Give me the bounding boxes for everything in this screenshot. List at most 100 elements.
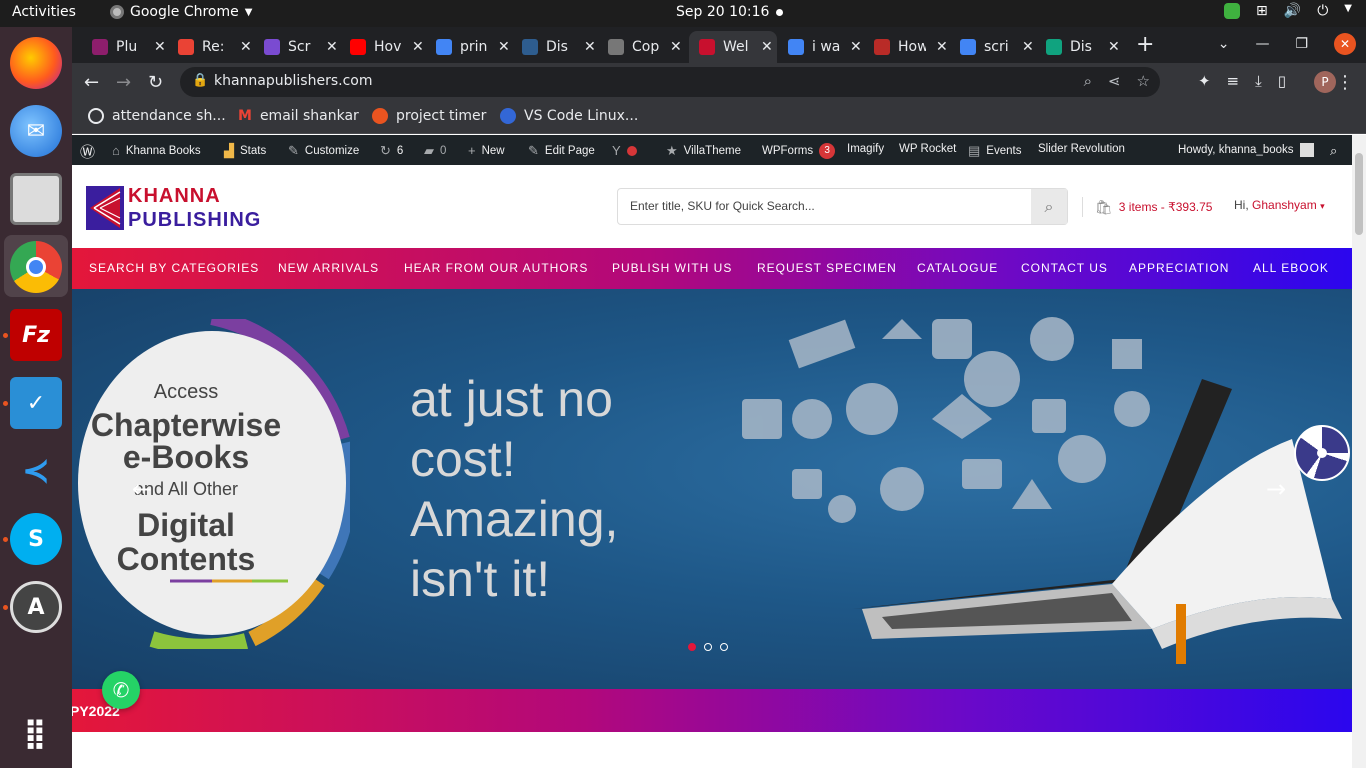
admin-customize-link[interactable]: ✎ Customize: [288, 143, 359, 159]
browser-tab[interactable]: prin ✕: [426, 31, 512, 63]
nav-item[interactable]: CONTACT US: [1021, 261, 1108, 275]
tab-close-icon[interactable]: ✕: [850, 39, 862, 55]
slider-next-arrow[interactable]: →: [1266, 475, 1286, 503]
app-menu[interactable]: Google Chrome ▼: [110, 4, 252, 20]
tab-close-icon[interactable]: ✕: [240, 39, 252, 55]
mini-cart[interactable]: 🛍 3 items - ₹393.75: [1082, 197, 1212, 217]
nav-item[interactable]: REQUEST SPECIMEN: [757, 261, 897, 275]
maximize-icon[interactable]: ❐: [1295, 36, 1308, 52]
browser-tab[interactable]: Wel ✕: [689, 31, 777, 63]
show-apps-icon[interactable]: ⣿: [10, 707, 62, 759]
firefox-icon[interactable]: [10, 37, 62, 89]
reload-icon[interactable]: ↻: [148, 72, 163, 93]
close-window-icon[interactable]: ✕: [1334, 33, 1356, 55]
thunderbird-icon[interactable]: ✉: [10, 105, 62, 157]
nav-item[interactable]: NEW ARRIVALS: [278, 261, 379, 275]
browser-tab[interactable]: Hov ✕: [340, 31, 426, 63]
volume-icon[interactable]: 🔊: [1284, 3, 1301, 19]
tab-close-icon[interactable]: ✕: [936, 39, 948, 55]
share-icon[interactable]: ⋖: [1108, 72, 1121, 90]
browser-tab[interactable]: i wa ✕: [778, 31, 864, 63]
admin-villatheme-link[interactable]: ★ VillaTheme: [666, 143, 741, 159]
bookmark-item[interactable]: attendance sh...: [88, 108, 226, 124]
scrollbar-thumb[interactable]: [1355, 153, 1363, 235]
tab-close-icon[interactable]: ✕: [498, 39, 510, 55]
browser-tab[interactable]: scri ✕: [950, 31, 1036, 63]
minimize-icon[interactable]: —: [1255, 36, 1269, 52]
search-button[interactable]: ⌕: [1031, 189, 1067, 224]
nav-item[interactable]: ALL EBOOK: [1253, 261, 1329, 275]
lock-icon[interactable]: 🔒: [192, 73, 208, 88]
network-icon[interactable]: ⊞: [1256, 3, 1268, 19]
back-icon[interactable]: ←: [84, 72, 99, 93]
menu-icon[interactable]: ⋮: [1336, 72, 1354, 93]
admin-events-link[interactable]: ▤ Events: [968, 143, 1021, 159]
search-input[interactable]: Enter title, SKU for Quick Search...: [630, 199, 815, 213]
task-checker-icon[interactable]: ✓: [10, 377, 62, 429]
reading-list-icon[interactable]: ≡: [1227, 72, 1240, 90]
nav-item[interactable]: SEARCH BY CATEGORIES: [89, 261, 259, 275]
clock[interactable]: Sep 20 10:16: [676, 4, 769, 20]
whatsapp-chat-icon[interactable]: ✆: [102, 671, 140, 709]
chevron-down-icon[interactable]: ▼: [1344, 3, 1352, 19]
tab-close-icon[interactable]: ✕: [326, 39, 338, 55]
new-tab-button[interactable]: +: [1136, 32, 1154, 57]
slide-dot[interactable]: [720, 643, 728, 651]
address-bar[interactable]: 🔒 khannapublishers.com ⌕ ⋖ ☆: [180, 67, 1160, 97]
admin-stats-link[interactable]: ▟ Stats: [224, 143, 266, 159]
admin-slider-link[interactable]: Slider Revolution: [1038, 143, 1125, 155]
files-icon[interactable]: [10, 173, 62, 225]
profile-avatar[interactable]: P: [1314, 71, 1336, 93]
slider-prev-arrow[interactable]: ←: [132, 475, 152, 503]
bookmark-item[interactable]: VS Code Linux...: [500, 108, 638, 124]
admin-edit-page-link[interactable]: ✎ Edit Page: [528, 143, 595, 159]
account-menu[interactable]: Hi, Ghanshyam ▾: [1234, 198, 1325, 212]
side-panel-icon[interactable]: ▯: [1278, 72, 1286, 90]
page-scrollbar[interactable]: [1352, 135, 1366, 768]
activities-button[interactable]: Activities: [12, 4, 76, 20]
tab-close-icon[interactable]: ✕: [584, 39, 596, 55]
site-logo[interactable]: KHANNA PUBLISHING: [86, 184, 261, 232]
bookmark-star-icon[interactable]: ☆: [1137, 72, 1150, 90]
browser-tab[interactable]: Dis ✕: [1036, 31, 1122, 63]
tab-search-icon[interactable]: ⌄: [1218, 36, 1230, 52]
extensions-icon[interactable]: ✦: [1198, 72, 1211, 90]
browser-tab[interactable]: Cop ✕: [598, 31, 684, 63]
tab-close-icon[interactable]: ✕: [412, 39, 424, 55]
admin-imagify-link[interactable]: Imagify: [847, 143, 884, 155]
tab-close-icon[interactable]: ✕: [761, 39, 773, 55]
nav-item[interactable]: CATALOGUE: [917, 261, 998, 275]
nav-item[interactable]: HEAR FROM OUR AUTHORS: [404, 261, 588, 275]
browser-tab[interactable]: Plu ✕: [82, 31, 168, 63]
admin-search-icon[interactable]: ⌕: [1330, 143, 1337, 159]
browser-tab[interactable]: How ✕: [864, 31, 950, 63]
system-tray[interactable]: ⊞ 🔊 ⏻ ▼: [1224, 3, 1352, 19]
tab-close-icon[interactable]: ✕: [1108, 39, 1120, 55]
zoom-icon[interactable]: ⌕: [1084, 72, 1092, 90]
admin-updates-link[interactable]: ↻ 6: [380, 143, 403, 159]
admin-account-link[interactable]: Howdy, khanna_books: [1178, 143, 1314, 157]
skype-icon[interactable]: S: [10, 513, 62, 565]
nav-item[interactable]: APPRECIATION: [1129, 261, 1229, 275]
forward-icon[interactable]: →: [116, 72, 131, 93]
filezilla-icon[interactable]: Fz: [10, 309, 62, 361]
admin-comments-link[interactable]: ▰ 0: [424, 143, 446, 159]
bookmark-item[interactable]: project timer: [372, 108, 486, 124]
url-text[interactable]: khannapublishers.com: [214, 73, 373, 89]
wordpress-icon[interactable]: Ⓦ: [80, 141, 95, 162]
admin-site-link[interactable]: ⌂ Khanna Books: [112, 143, 201, 158]
browser-tab[interactable]: Scr ✕: [254, 31, 340, 63]
vscode-icon[interactable]: ≺: [10, 445, 62, 497]
admin-seo-link[interactable]: Y: [612, 143, 637, 158]
software-updater-icon[interactable]: A: [10, 581, 62, 633]
slide-dot[interactable]: [688, 643, 696, 651]
admin-wprocket-link[interactable]: WP Rocket: [899, 143, 956, 155]
chrome-icon[interactable]: [10, 241, 62, 293]
download-icon[interactable]: ⤓: [1255, 72, 1262, 90]
tab-close-icon[interactable]: ✕: [1022, 39, 1034, 55]
tab-close-icon[interactable]: ✕: [670, 39, 682, 55]
power-icon[interactable]: ⏻: [1317, 3, 1328, 19]
browser-tab[interactable]: Dis ✕: [512, 31, 598, 63]
tab-close-icon[interactable]: ✕: [154, 39, 166, 55]
bookmark-item[interactable]: M email shankar: [238, 108, 359, 124]
